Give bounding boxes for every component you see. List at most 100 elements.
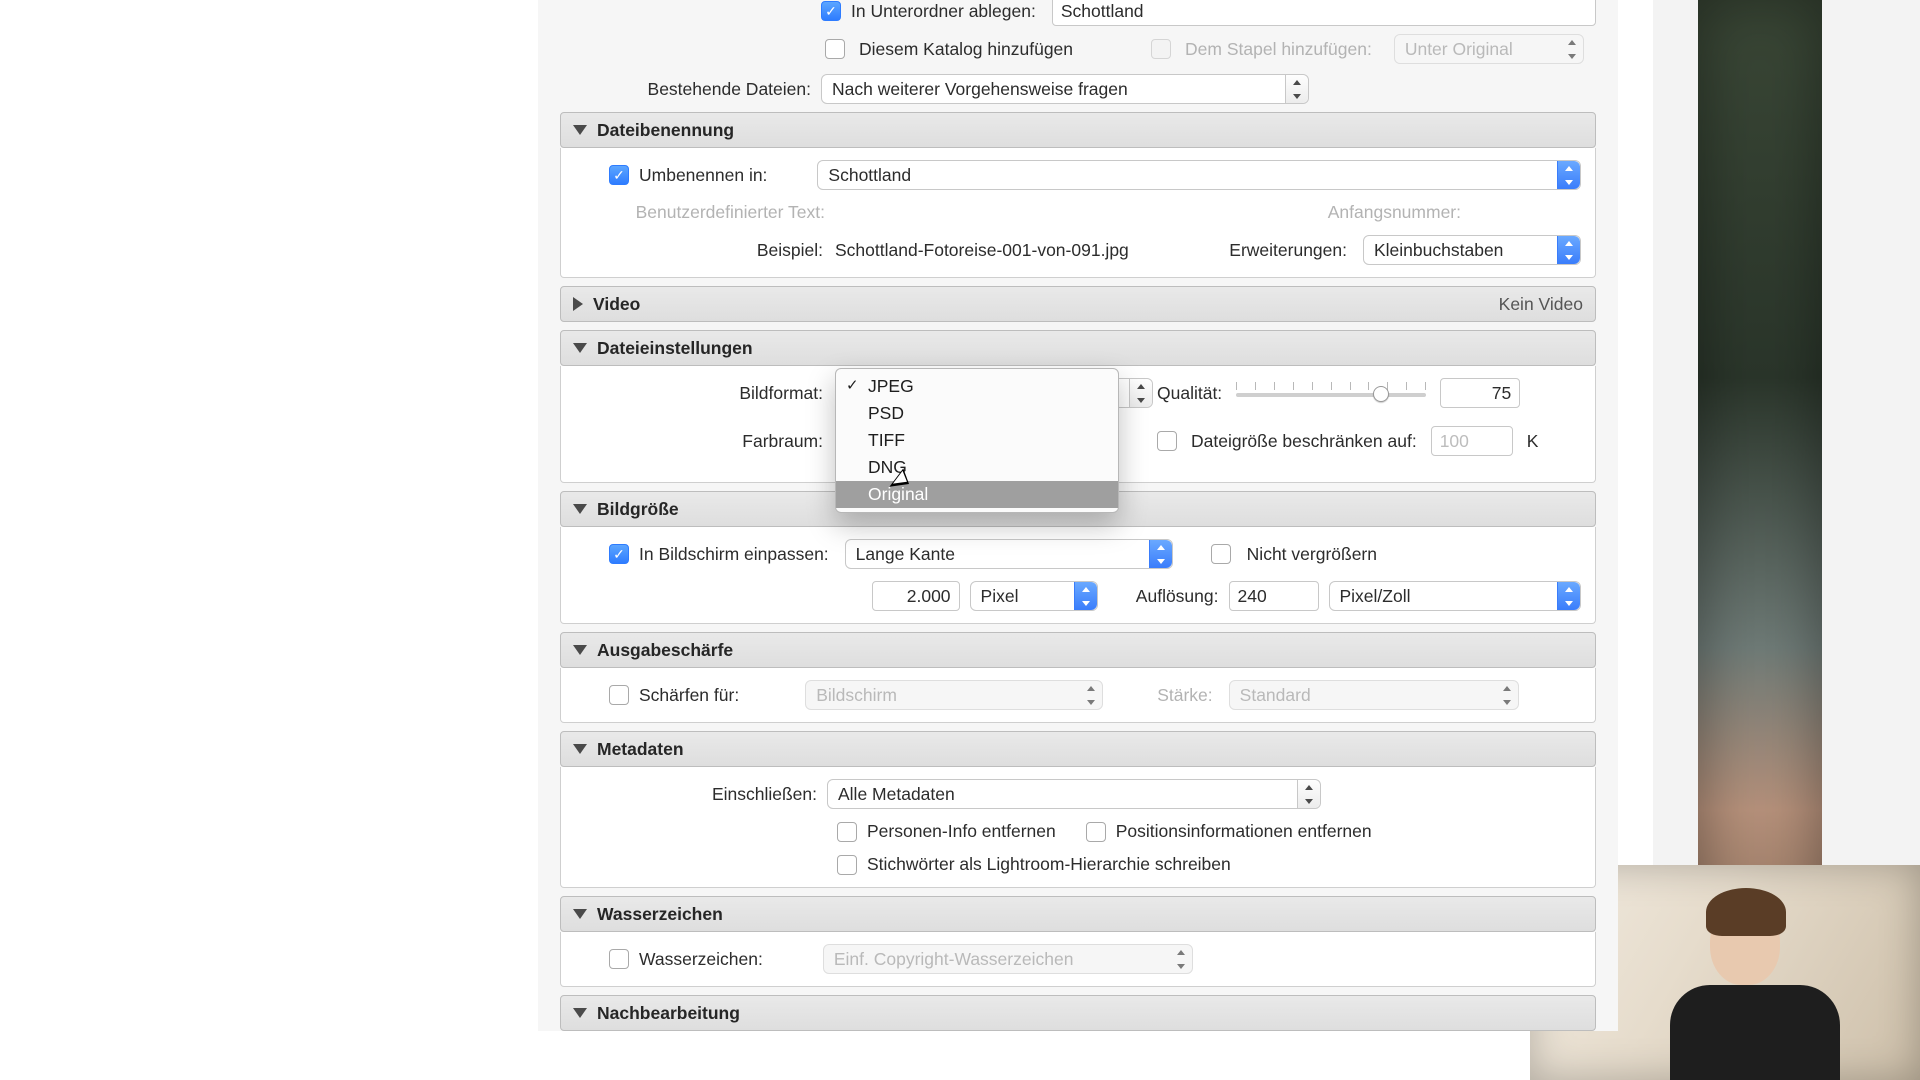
keywords-hierarchy-checkbox[interactable] [837, 855, 857, 875]
menu-item-original[interactable]: Original [836, 481, 1118, 508]
extensions-value: Kleinbuchstaben [1374, 240, 1503, 261]
section-postprocess-header[interactable]: Nachbearbeitung [560, 995, 1596, 1031]
subfolder-label: In Unterordner ablegen: [851, 1, 1036, 22]
watermark-select: Einf. Copyright-Wasserzeichen [823, 944, 1193, 974]
section-naming-body: Umbenennen in: Schottland Benutzerdefini… [560, 148, 1596, 278]
presenter-figure [1660, 880, 1840, 1080]
resolution-unit-value: Pixel/Zoll [1340, 586, 1411, 607]
remove-person-checkbox[interactable] [837, 822, 857, 842]
rename-template-select[interactable]: Schottland [817, 160, 1581, 190]
stack-position-select: Unter Original [1394, 34, 1584, 64]
rename-template-value: Schottland [828, 165, 911, 186]
section-video-title: Video [593, 294, 640, 315]
section-sizing-title: Bildgröße [597, 499, 679, 520]
chevron-down-icon [573, 1008, 587, 1018]
section-filesettings-body: Bildformat: JPEG JPEG PSD TIFF DNG Origi… [560, 366, 1596, 483]
remove-location-checkbox[interactable] [1086, 822, 1106, 842]
chevron-right-icon [573, 297, 583, 311]
limit-filesize-label: Dateigröße beschränken auf: [1191, 431, 1417, 452]
menu-item-jpeg[interactable]: JPEG [836, 373, 1118, 400]
subfolder-checkbox[interactable] [821, 1, 841, 21]
metadata-include-value: Alle Metadaten [838, 784, 955, 805]
quality-input[interactable] [1440, 378, 1520, 408]
limit-filesize-checkbox[interactable] [1157, 431, 1177, 451]
resize-mode-value: Lange Kante [856, 544, 955, 565]
sharpen-checkbox[interactable] [609, 685, 629, 705]
resolution-unit-select[interactable]: Pixel/Zoll [1329, 581, 1582, 611]
section-watermark-header[interactable]: Wasserzeichen [560, 896, 1596, 932]
existing-files-label: Bestehende Dateien: [560, 79, 811, 100]
quality-label: Qualität: [1157, 383, 1222, 404]
section-metadata-title: Metadaten [597, 739, 684, 760]
custom-text-label: Benutzerdefinierter Text: [575, 202, 825, 223]
dimension-unit-value: Pixel [981, 586, 1019, 607]
watermark-label: Wasserzeichen: [639, 949, 763, 970]
example-value: Schottland-Fotoreise-001-von-091.jpg [835, 240, 1129, 261]
colorspace-label: Farbraum: [575, 431, 823, 452]
chevron-down-icon [573, 744, 587, 754]
section-sharpen-header[interactable]: Ausgabeschärfe [560, 632, 1596, 668]
subfolder-input[interactable] [1052, 0, 1596, 26]
limit-filesize-unit: K [1527, 431, 1539, 452]
chevron-down-icon [573, 909, 587, 919]
dimension-input[interactable] [872, 581, 960, 611]
section-metadata-body: Einschließen: Alle Metadaten Personen-In… [560, 767, 1596, 888]
section-postprocess-title: Nachbearbeitung [597, 1003, 740, 1024]
sharpen-amount-select: Standard [1229, 680, 1519, 710]
start-number-label: Anfangsnummer: [1328, 202, 1461, 223]
chevron-down-icon [573, 343, 587, 353]
sharpen-for-value: Bildschirm [816, 685, 897, 706]
sharpen-amount-value: Standard [1240, 685, 1311, 706]
metadata-include-select[interactable]: Alle Metadaten [827, 779, 1321, 809]
add-to-catalog-label: Diesem Katalog hinzufügen [859, 39, 1073, 60]
resize-checkbox[interactable] [609, 544, 629, 564]
add-to-stack-checkbox [1151, 39, 1171, 59]
section-filesettings-title: Dateieinstellungen [597, 338, 753, 359]
quality-slider[interactable] [1236, 382, 1426, 404]
section-watermark-body: Wasserzeichen: Einf. Copyright-Wasserzei… [560, 932, 1596, 987]
section-sharpen-title: Ausgabeschärfe [597, 640, 733, 661]
no-enlarge-label: Nicht vergrößern [1247, 544, 1377, 565]
section-sizing-body: In Bildschirm einpassen: Lange Kante Nic… [560, 527, 1596, 624]
export-dialog: In Unterordner ablegen: Diesem Katalog h… [538, 0, 1618, 1031]
image-format-select[interactable]: JPEG JPEG PSD TIFF DNG Original [837, 378, 1113, 408]
sharpen-for-select: Bildschirm [805, 680, 1103, 710]
section-watermark-title: Wasserzeichen [597, 904, 723, 925]
menu-item-tiff[interactable]: TIFF [836, 427, 1118, 454]
existing-files-value: Nach weiterer Vorgehensweise fragen [832, 79, 1128, 100]
stack-position-value: Unter Original [1405, 39, 1513, 60]
mouse-cursor-icon [893, 469, 914, 495]
extensions-select[interactable]: Kleinbuchstaben [1363, 235, 1581, 265]
menu-item-dng[interactable]: DNG [836, 454, 1118, 481]
limit-filesize-input[interactable] [1431, 426, 1513, 456]
section-naming-title: Dateibenennung [597, 120, 734, 141]
menu-item-psd[interactable]: PSD [836, 400, 1118, 427]
extensions-label: Erweiterungen: [1229, 240, 1347, 261]
video-status: Kein Video [1499, 294, 1583, 315]
metadata-include-label: Einschließen: [575, 784, 817, 805]
add-to-stack-label: Dem Stapel hinzufügen: [1185, 39, 1372, 60]
resolution-input[interactable] [1229, 581, 1319, 611]
resize-mode-select[interactable]: Lange Kante [845, 539, 1173, 569]
watermark-value: Einf. Copyright-Wasserzeichen [834, 949, 1074, 970]
rename-checkbox[interactable] [609, 165, 629, 185]
chevron-down-icon [573, 504, 587, 514]
section-filesettings-header[interactable]: Dateieinstellungen [560, 330, 1596, 366]
section-metadata-header[interactable]: Metadaten [560, 731, 1596, 767]
watermark-checkbox[interactable] [609, 949, 629, 969]
sharpen-amount-label: Stärke: [1157, 685, 1212, 706]
dimension-unit-select[interactable]: Pixel [970, 581, 1099, 611]
image-format-menu[interactable]: JPEG PSD TIFF DNG Original [835, 368, 1119, 513]
resolution-label: Auflösung: [1136, 586, 1219, 607]
sharpen-for-label: Schärfen für: [639, 685, 739, 706]
keywords-hierarchy-label: Stichwörter als Lightroom-Hierarchie sch… [867, 854, 1231, 875]
no-enlarge-checkbox[interactable] [1211, 544, 1231, 564]
remove-person-label: Personen-Info entfernen [867, 821, 1056, 842]
existing-files-select[interactable]: Nach weiterer Vorgehensweise fragen [821, 74, 1309, 104]
section-sharpen-body: Schärfen für: Bildschirm Stärke: Standar… [560, 668, 1596, 723]
section-video-header[interactable]: Video Kein Video [560, 286, 1596, 322]
section-naming-header[interactable]: Dateibenennung [560, 112, 1596, 148]
example-label: Beispiel: [575, 240, 825, 261]
resize-label: In Bildschirm einpassen: [639, 544, 829, 565]
add-to-catalog-checkbox[interactable] [825, 39, 845, 59]
